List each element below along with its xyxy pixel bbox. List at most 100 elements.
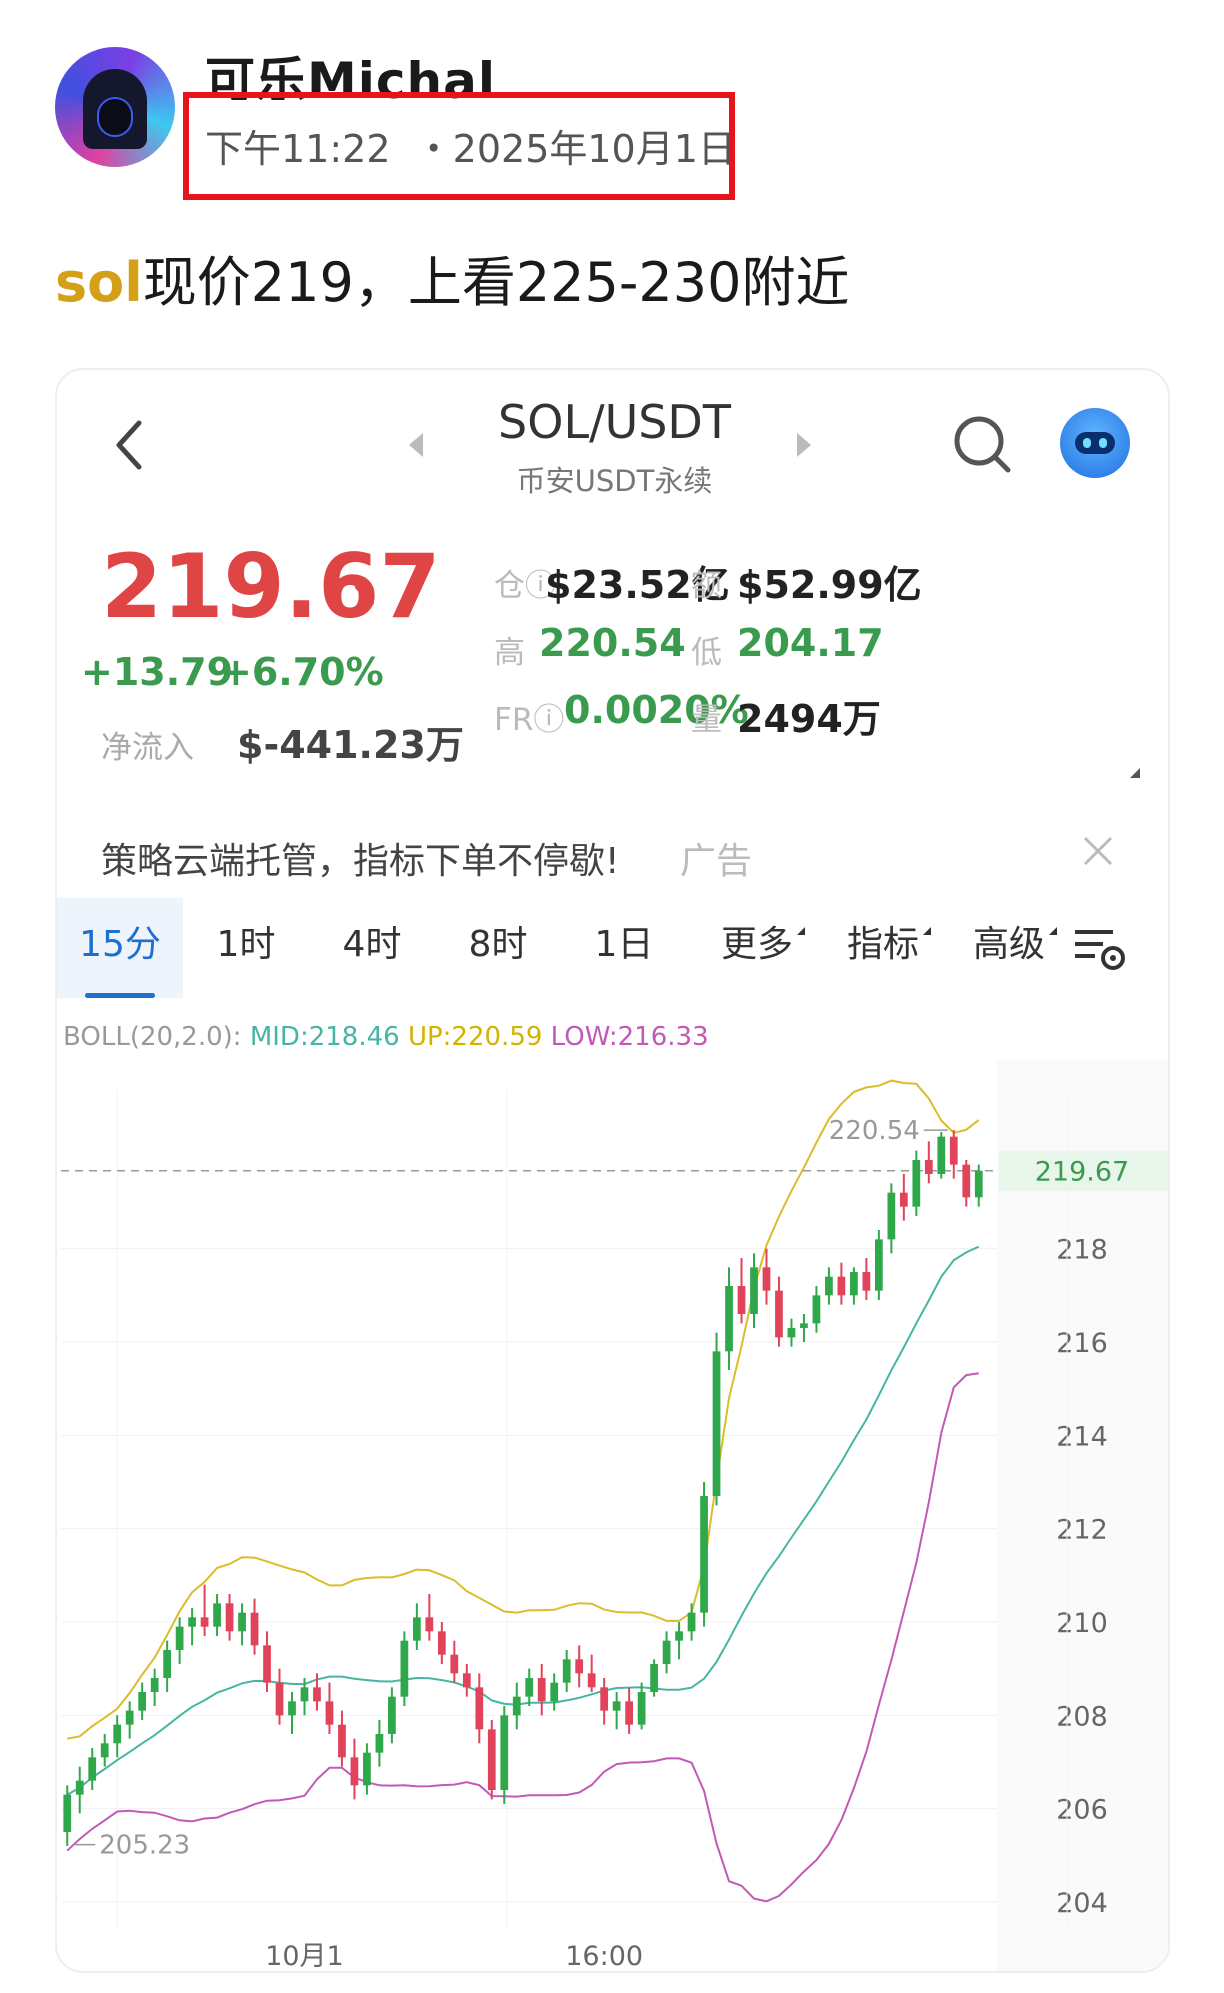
- netflow-value: $-441.23万: [237, 723, 464, 767]
- tab-8h[interactable]: 8时: [435, 898, 561, 998]
- candle-body: [350, 1757, 359, 1786]
- stat-funding-label[interactable]: FRⓘ: [494, 694, 564, 739]
- candle-body: [288, 1701, 296, 1716]
- y-tick-label: 208: [1056, 1701, 1108, 1732]
- pair-subtitle: 币安USDT永续: [516, 464, 713, 498]
- stat-volume-value: 2494万: [737, 697, 881, 741]
- tab-4h[interactable]: 4时: [309, 898, 435, 998]
- tab-1h[interactable]: 1时: [183, 898, 309, 998]
- tab-label: 1时: [216, 924, 276, 965]
- stat-turnover-value: $52.99亿: [737, 563, 922, 607]
- assistant-bot-icon[interactable]: [1060, 408, 1130, 478]
- candle-body: [750, 1267, 758, 1314]
- candle-body: [512, 1696, 521, 1716]
- candle-body: [962, 1164, 971, 1198]
- change-percent: +6.70%: [220, 650, 384, 694]
- ad-label: 广告: [680, 841, 753, 882]
- candle-body: [313, 1687, 321, 1702]
- next-pair-arrow-icon[interactable]: [797, 433, 811, 457]
- candle-body: [500, 1715, 509, 1790]
- y-tick-label: 212: [1056, 1515, 1108, 1546]
- candle-body: [662, 1640, 671, 1664]
- candle-body: [675, 1631, 683, 1641]
- candle-body: [200, 1617, 209, 1627]
- avatar-face-shape: [97, 97, 133, 137]
- boll-low: LOW:216.33: [550, 1022, 709, 1052]
- dropdown-caret-icon: [923, 927, 931, 935]
- tab-label-wrap: 更多: [720, 924, 805, 965]
- candle-body: [949, 1136, 958, 1165]
- tab-label: 更多: [720, 924, 793, 965]
- candle-body: [388, 1696, 396, 1734]
- candle-body: [537, 1678, 546, 1702]
- tab-advanced[interactable]: 高级: [949, 898, 1069, 998]
- x-tick-label: 10月1: [265, 1941, 344, 1972]
- close-icon[interactable]: [1080, 833, 1116, 869]
- tab-label: 1日: [594, 924, 654, 965]
- high-annotation: 220.54: [829, 1116, 920, 1146]
- candle-body: [912, 1160, 921, 1207]
- y-tick-label: 218: [1056, 1235, 1108, 1266]
- candle-body: [525, 1678, 534, 1697]
- candle-body: [363, 1752, 371, 1786]
- candle-body: [375, 1734, 384, 1753]
- y-tick-label: 206: [1056, 1795, 1108, 1826]
- change-absolute: +13.79: [81, 650, 234, 694]
- boll-up: UP:220.59: [407, 1022, 543, 1052]
- tab-15m[interactable]: 15分: [57, 898, 183, 998]
- candle-body: [812, 1295, 821, 1324]
- candle-body: [612, 1701, 621, 1711]
- candle-body: [275, 1682, 284, 1716]
- prev-pair-arrow-icon[interactable]: [409, 433, 423, 457]
- candle-body: [887, 1192, 896, 1240]
- ad-banner-text[interactable]: 策略云端托管，指标下单不停歇!: [101, 832, 619, 884]
- dropdown-caret-icon: [797, 927, 805, 935]
- timeframe-tabbar: 15分 1时 4时 8时 1日 更多 指标 高级: [57, 898, 1168, 998]
- candle-body: [600, 1687, 609, 1711]
- stat-low-label: 低: [691, 635, 722, 671]
- candle-body: [225, 1603, 234, 1632]
- tab-indicators[interactable]: 指标: [823, 898, 943, 998]
- candle-body: [800, 1323, 808, 1328]
- low-annotation: 205.23: [99, 1831, 190, 1861]
- candle-body: [213, 1603, 221, 1627]
- stat-volume-label: 量: [691, 702, 722, 738]
- boll-lower-line: [66, 1372, 979, 1903]
- candle-body: [125, 1710, 134, 1725]
- avatar[interactable]: [55, 47, 175, 167]
- candle-body: [725, 1286, 733, 1352]
- candle-body: [400, 1640, 409, 1697]
- stat-turnover-label: 额: [691, 568, 722, 604]
- post-coin-tag[interactable]: sol: [55, 251, 143, 314]
- tab-label: 4时: [342, 924, 402, 965]
- tab-1d[interactable]: 1日: [561, 898, 687, 998]
- pair-title[interactable]: SOL/USDT: [437, 395, 792, 449]
- tab-label: 8时: [468, 924, 528, 965]
- tab-label: 指标: [846, 924, 919, 965]
- x-tick-label: 16:00: [565, 1941, 643, 1972]
- tab-more[interactable]: 更多: [697, 898, 817, 998]
- candle-body: [937, 1136, 946, 1174]
- boll-name: BOLL(20,2.0):: [63, 1022, 242, 1052]
- candle-body: [138, 1692, 147, 1711]
- candle-body: [75, 1780, 84, 1795]
- last-price: 219.67: [101, 535, 441, 638]
- candle-body: [325, 1701, 334, 1725]
- y-tick-label: 214: [1056, 1421, 1108, 1452]
- candle-body: [300, 1687, 309, 1702]
- chart-settings-icon[interactable]: [1073, 924, 1129, 974]
- y-tick-label: 204: [1056, 1888, 1108, 1919]
- expand-corner-icon[interactable]: [1130, 768, 1140, 778]
- candle-body: [687, 1612, 696, 1632]
- search-icon[interactable]: [950, 412, 1014, 476]
- candle-body: [550, 1682, 559, 1702]
- candle-body: [238, 1612, 246, 1632]
- candle-body: [825, 1276, 833, 1296]
- candlestick-chart[interactable]: 218 216 214 212 210 208 206 204 219.67 220.54 205.…: [57, 1060, 1170, 1973]
- stat-high-value: 220.54: [539, 621, 686, 665]
- candle-body: [462, 1673, 471, 1688]
- back-icon[interactable]: [109, 415, 149, 475]
- candle-body: [837, 1276, 846, 1296]
- candle-body: [625, 1701, 634, 1725]
- y-tick-label: 216: [1056, 1328, 1108, 1359]
